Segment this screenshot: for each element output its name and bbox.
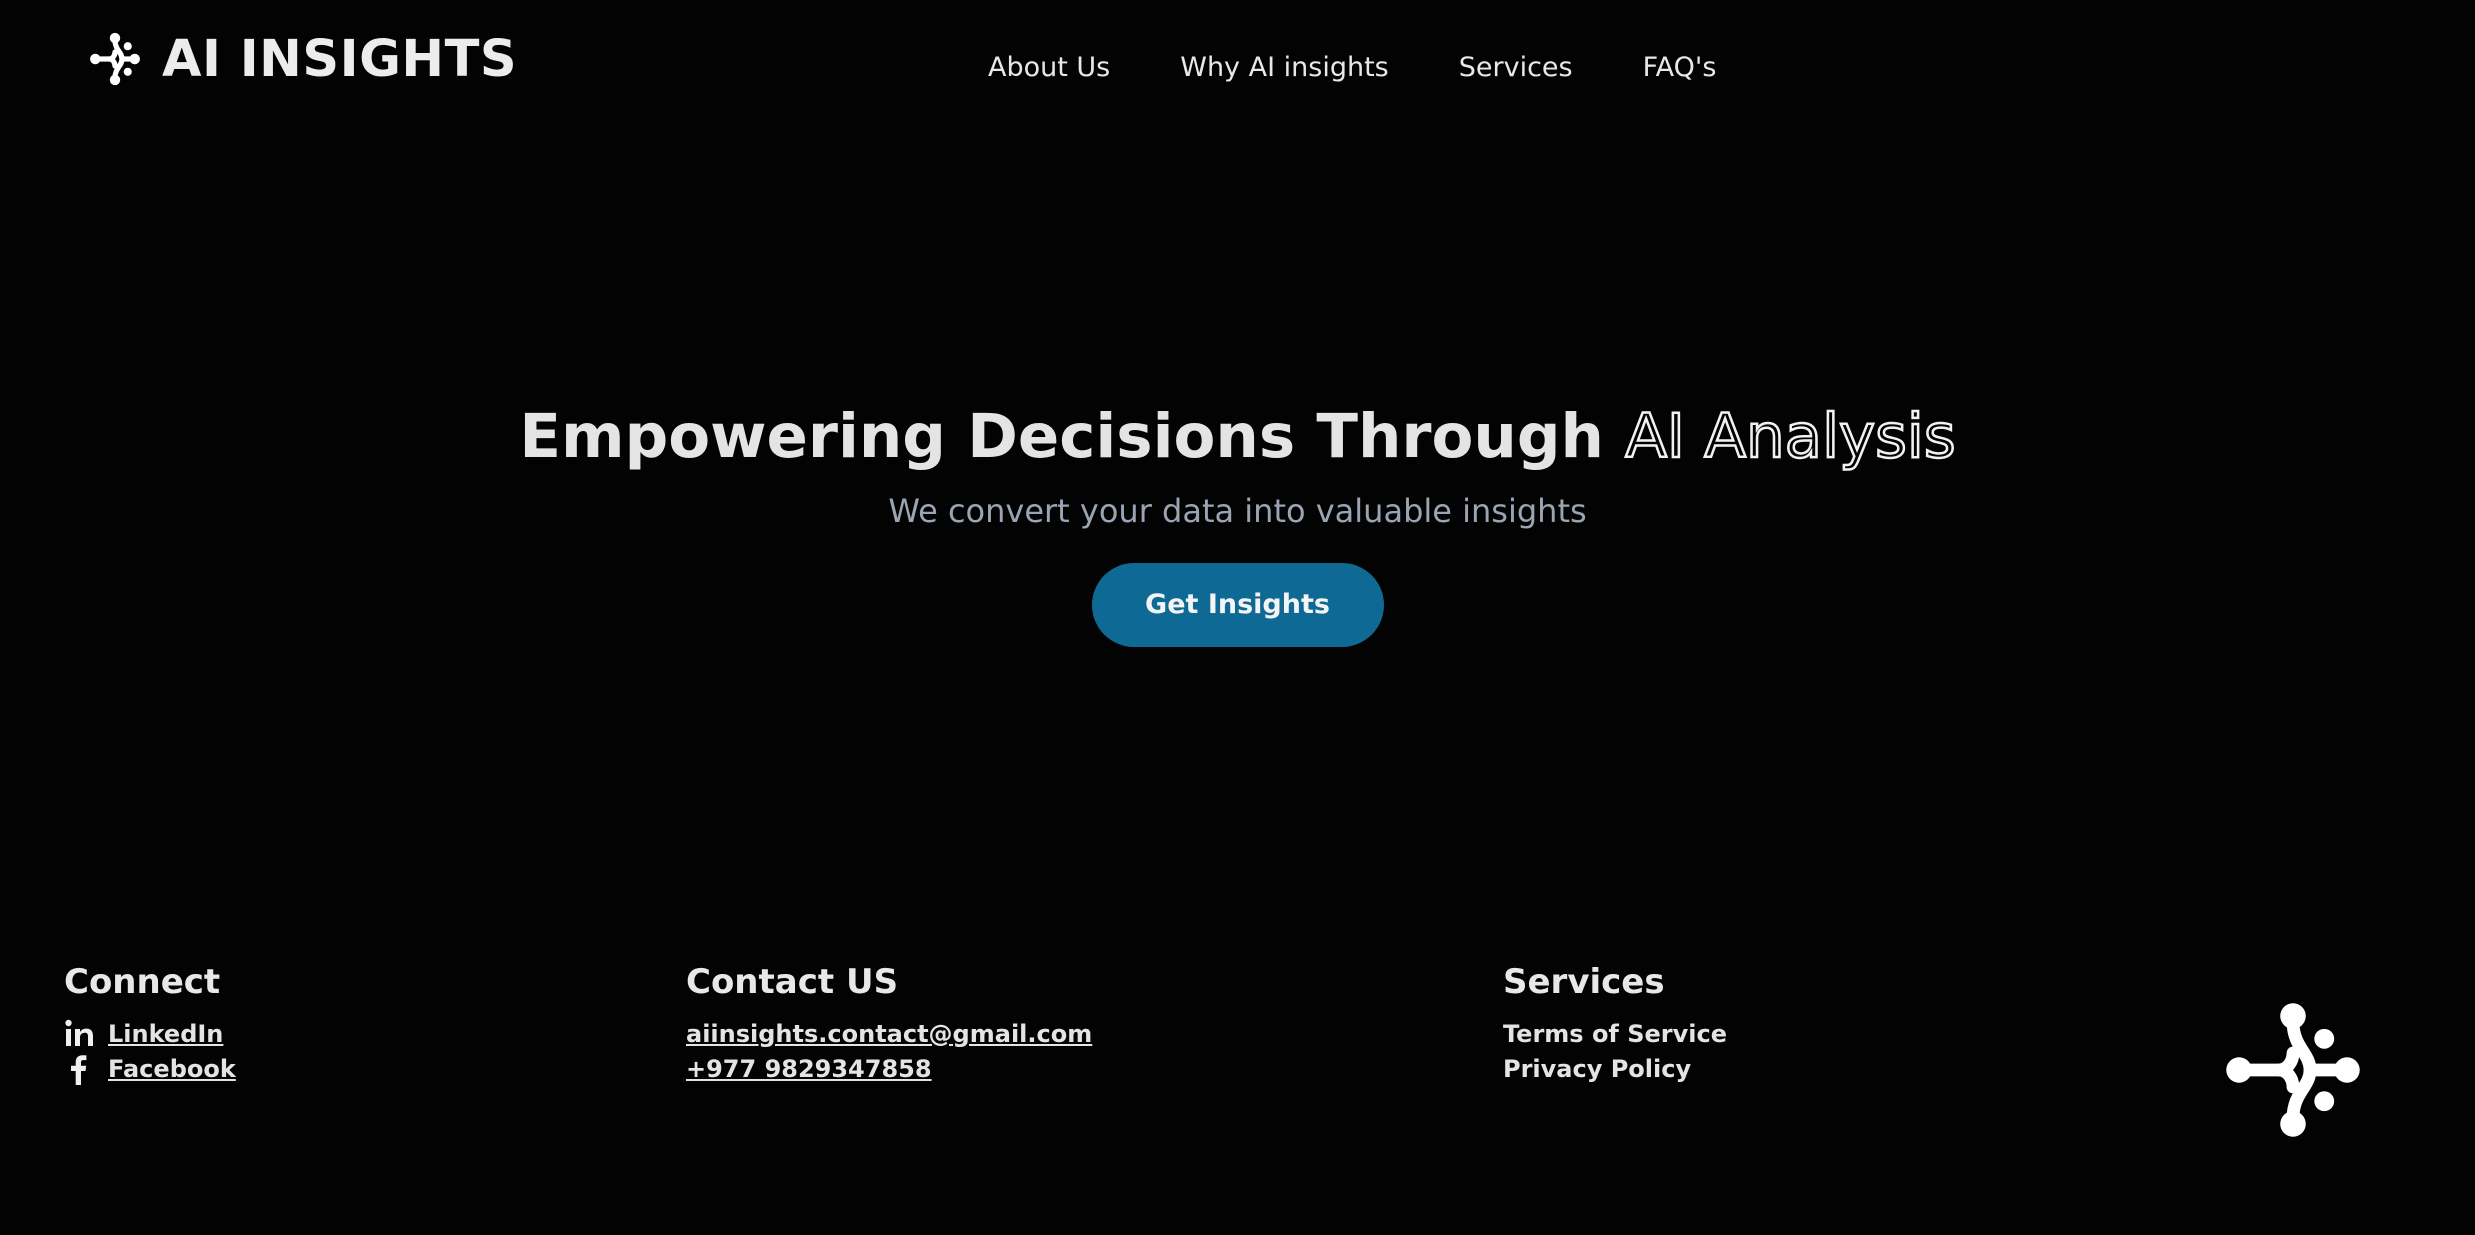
linkedin-link[interactable]: LinkedIn (108, 1017, 223, 1052)
facebook-icon[interactable] (64, 1053, 94, 1086)
facebook-link-row[interactable]: Facebook (64, 1052, 236, 1087)
privacy-policy-link[interactable]: Privacy Policy (1503, 1052, 1691, 1087)
hero-section: Empowering Decisions Through AI Analysis… (0, 400, 2475, 647)
footer-services-heading: Services (1503, 962, 1665, 1002)
terms-row: Terms of Service (1503, 1017, 1727, 1052)
footer-services: Services Terms of Service Privacy Policy (1503, 962, 1727, 1087)
contact-phone-row: +977 9829347858 (686, 1052, 1092, 1087)
hero-subtitle: We convert your data into valuable insig… (888, 492, 1587, 531)
hero-title-outline: AI Analysis (1624, 400, 1957, 474)
hero-title-main: Empowering Decisions Through (519, 401, 1604, 472)
footer-connect-heading: Connect (64, 962, 221, 1002)
nav-why-ai-insights[interactable]: Why AI insights (1180, 50, 1388, 85)
ai-node-logo-icon (86, 30, 144, 88)
linkedin-link-row[interactable]: LinkedIn (64, 1017, 236, 1052)
contact-phone-link[interactable]: +977 9829347858 (686, 1052, 932, 1087)
page: AI INSIGHTS About Us Why AI insights Ser… (0, 0, 2475, 1235)
footer-contact-heading: Contact US (686, 962, 899, 1002)
main-nav: About Us Why AI insights Services FAQ's (988, 50, 1716, 85)
brand-name: AI INSIGHTS (162, 29, 518, 89)
footer-logo-icon (2222, 999, 2364, 1141)
nav-about-us[interactable]: About Us (988, 50, 1110, 85)
hero-title: Empowering Decisions Through AI Analysis (0, 400, 2475, 474)
contact-email-row: aiinsights.contact@gmail.com (686, 1017, 1092, 1052)
nav-faqs[interactable]: FAQ's (1643, 50, 1717, 85)
get-insights-button[interactable]: Get Insights (1091, 562, 1384, 647)
facebook-link[interactable]: Facebook (108, 1052, 236, 1087)
footer-connect: Connect LinkedIn Facebook (64, 962, 236, 1087)
footer-contact: Contact US aiinsights.contact@gmail.com … (686, 962, 1092, 1087)
linkedin-icon[interactable] (64, 1018, 94, 1050)
privacy-row: Privacy Policy (1503, 1052, 1727, 1087)
contact-email-link[interactable]: aiinsights.contact@gmail.com (686, 1017, 1092, 1052)
brand[interactable]: AI INSIGHTS (86, 30, 517, 88)
nav-services[interactable]: Services (1459, 50, 1573, 85)
terms-of-service-link[interactable]: Terms of Service (1503, 1017, 1727, 1052)
